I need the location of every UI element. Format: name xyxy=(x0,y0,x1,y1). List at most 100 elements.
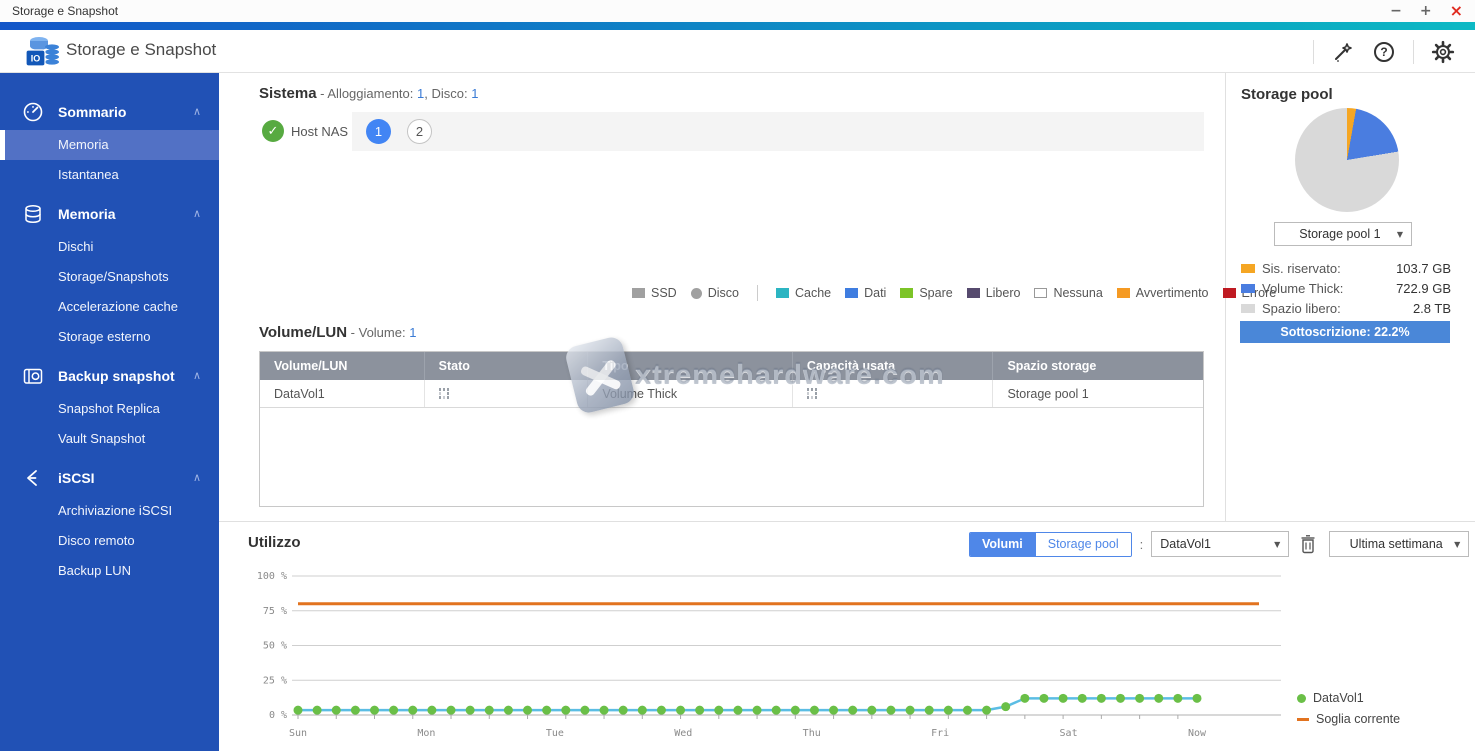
legend-spare: Spare xyxy=(900,286,953,300)
camera-icon xyxy=(23,368,43,384)
loading-icon xyxy=(806,388,818,399)
usage-controls: Volumi Storage pool : DataVol1 ▼ Ultima … xyxy=(969,531,1470,557)
nessuna-swatch xyxy=(1034,288,1048,298)
chevron-down-icon: ▼ xyxy=(1454,539,1461,549)
svg-text:Thu: Thu xyxy=(803,728,821,739)
dati-swatch xyxy=(845,288,859,298)
column-header[interactable]: Volume/LUN xyxy=(260,352,425,380)
subscription-status-bar[interactable]: Sottoscrizione: 22.2% xyxy=(1240,321,1450,343)
magic-wand-icon[interactable] xyxy=(1331,40,1355,64)
period-select[interactable]: Ultima settimana ▼ xyxy=(1329,531,1470,557)
sidebar: Sommario ∧ Memoria Istantanea Memoria ∧ … xyxy=(0,73,219,751)
storage-pool-legend: Sis. riservato: 103.7 GB Volume Thick: 7… xyxy=(1241,258,1451,318)
legend-ssd: SSD xyxy=(632,286,677,300)
divider xyxy=(1313,39,1314,64)
chevron-up-icon[interactable]: ∧ xyxy=(193,471,201,484)
accent-gradient-bar xyxy=(0,22,1475,30)
sidebar-section-label: Memoria xyxy=(58,205,116,222)
volume-count: 1 xyxy=(409,325,417,340)
libero-swatch xyxy=(966,288,980,298)
sis-riservato-swatch xyxy=(1241,263,1255,273)
chevron-down-icon: ▼ xyxy=(1274,539,1281,549)
column-header[interactable]: Spazio storage xyxy=(993,352,1203,380)
iscsi-arrow-icon xyxy=(27,469,37,486)
storage-pool-select[interactable]: Storage pool 1 ▼ xyxy=(1274,222,1412,246)
sidebar-section-backup-snapshot[interactable]: Backup snapshot ∧ xyxy=(0,357,219,394)
legend-disco: Disco xyxy=(690,286,739,300)
sidebar-item-backup-lun[interactable]: Backup LUN xyxy=(0,556,219,586)
window-title: Storage e Snapshot xyxy=(12,4,119,18)
sidebar-section-label: iSCSI xyxy=(58,469,95,486)
legend-spazio-libero: Spazio libero: 2.8 TB xyxy=(1241,298,1451,318)
chevron-up-icon[interactable]: ∧ xyxy=(193,369,201,382)
usage-line-chart: 100 % 75 % 50 % 25 % 0 %Sun Mon Tue Wed Thu Fri Sa… xyxy=(257,571,1281,739)
disk-swatch xyxy=(690,287,702,299)
cell-volume-name: DataVol1 xyxy=(260,380,425,407)
toggle-volumi[interactable]: Volumi xyxy=(970,532,1035,556)
cache-swatch xyxy=(775,288,789,298)
volume-select[interactable]: DataVol1 ▼ xyxy=(1151,531,1290,557)
sidebar-section-memoria[interactable]: Memoria ∧ xyxy=(0,195,219,232)
legend-soglia-corrente: Soglia corrente xyxy=(1297,712,1400,726)
divider xyxy=(219,521,1475,522)
sidebar-item-dischi[interactable]: Dischi xyxy=(0,232,219,262)
enclosure-badge-1[interactable]: 1 xyxy=(366,119,391,144)
chevron-up-icon[interactable]: ∧ xyxy=(193,207,201,220)
device-legend: SSD Disco Cache Dati Spare Libero Nessun… xyxy=(632,285,1276,301)
column-header[interactable]: Stato xyxy=(425,352,589,380)
legend-volume-thick: Volume Thick: 722.9 GB xyxy=(1241,278,1451,298)
sidebar-item-archiviazione-iscsi[interactable]: Archiviazione iSCSI xyxy=(0,496,219,526)
usage-section-heading: Utilizzo xyxy=(248,534,301,551)
loading-icon xyxy=(438,388,450,399)
system-section-heading: Sistema - Alloggiamento: 1, Disco: 1 xyxy=(259,85,479,102)
sidebar-item-disco-remoto[interactable]: Disco remoto xyxy=(0,526,219,556)
table-row[interactable]: DataVol1 Volume Thick Storage pool 1 xyxy=(260,380,1203,408)
sidebar-item-storage-esterno[interactable]: Storage esterno xyxy=(0,322,219,352)
help-icon[interactable]: ? xyxy=(1372,40,1396,64)
sidebar-item-istantanea[interactable]: Istantanea xyxy=(0,160,219,190)
sidebar-item-storage-snapshots[interactable]: Storage/Snapshots xyxy=(0,262,219,292)
maximize-button[interactable]: + xyxy=(1420,0,1432,22)
storage-pool-select-value: Storage pool 1 xyxy=(1299,227,1381,241)
settings-gear-icon[interactable] xyxy=(1431,40,1455,64)
legend-libero: Libero xyxy=(966,286,1020,300)
cell-stato xyxy=(425,380,589,407)
divider xyxy=(756,285,758,301)
app-header: IO Storage e Snapshot ? xyxy=(0,30,1475,73)
svg-text:Tue: Tue xyxy=(546,728,564,739)
chart-legend: DataVol1 Soglia corrente xyxy=(1297,691,1400,726)
close-button[interactable]: × xyxy=(1450,0,1463,22)
spare-swatch xyxy=(900,288,914,298)
minimize-button[interactable]: − xyxy=(1390,0,1402,22)
svg-text:75 %: 75 % xyxy=(263,606,287,617)
sidebar-item-snapshot-replica[interactable]: Snapshot Replica xyxy=(0,394,219,424)
system-title: Sistema xyxy=(259,85,317,102)
cell-tipo: Volume Thick xyxy=(588,380,793,407)
sidebar-section-sommario[interactable]: Sommario ∧ xyxy=(0,93,219,130)
legend-avvertimento: Avvertimento xyxy=(1116,286,1209,300)
disks-icon xyxy=(25,204,41,223)
trash-icon[interactable] xyxy=(1297,531,1319,557)
divider xyxy=(1413,39,1414,64)
legend-dati: Dati xyxy=(845,286,886,300)
sidebar-item-accelerazione-cache[interactable]: Accelerazione cache xyxy=(0,292,219,322)
status-ok-icon: ✓ xyxy=(262,120,284,142)
chevron-up-icon[interactable]: ∧ xyxy=(193,105,201,118)
svg-text:Wed: Wed xyxy=(674,728,692,739)
column-header[interactable]: Tipo xyxy=(588,352,793,380)
sidebar-item-memoria-sommario[interactable]: Memoria xyxy=(0,130,219,160)
gauge-icon xyxy=(23,102,43,121)
sidebar-section-iscsi[interactable]: iSCSI ∧ xyxy=(0,459,219,496)
sidebar-item-vault-snapshot[interactable]: Vault Snapshot xyxy=(0,424,219,454)
app-window: Storage e Snapshot − + × IO Storage e Sn… xyxy=(0,0,1475,751)
datavol1-marker xyxy=(1297,693,1306,703)
errore-swatch xyxy=(1222,288,1236,298)
svg-text:25 %: 25 % xyxy=(263,675,287,686)
toggle-storage-pool[interactable]: Storage pool xyxy=(1034,532,1131,556)
sidebar-section-label: Backup snapshot xyxy=(58,367,175,384)
window-titlebar: Storage e Snapshot − + × xyxy=(0,0,1475,22)
svg-text:100 %: 100 % xyxy=(257,571,287,582)
enclosure-badge-2[interactable]: 2 xyxy=(407,119,432,144)
storage-snapshot-app-icon: IO xyxy=(25,37,59,67)
column-header[interactable]: Capacità usata xyxy=(793,352,994,380)
